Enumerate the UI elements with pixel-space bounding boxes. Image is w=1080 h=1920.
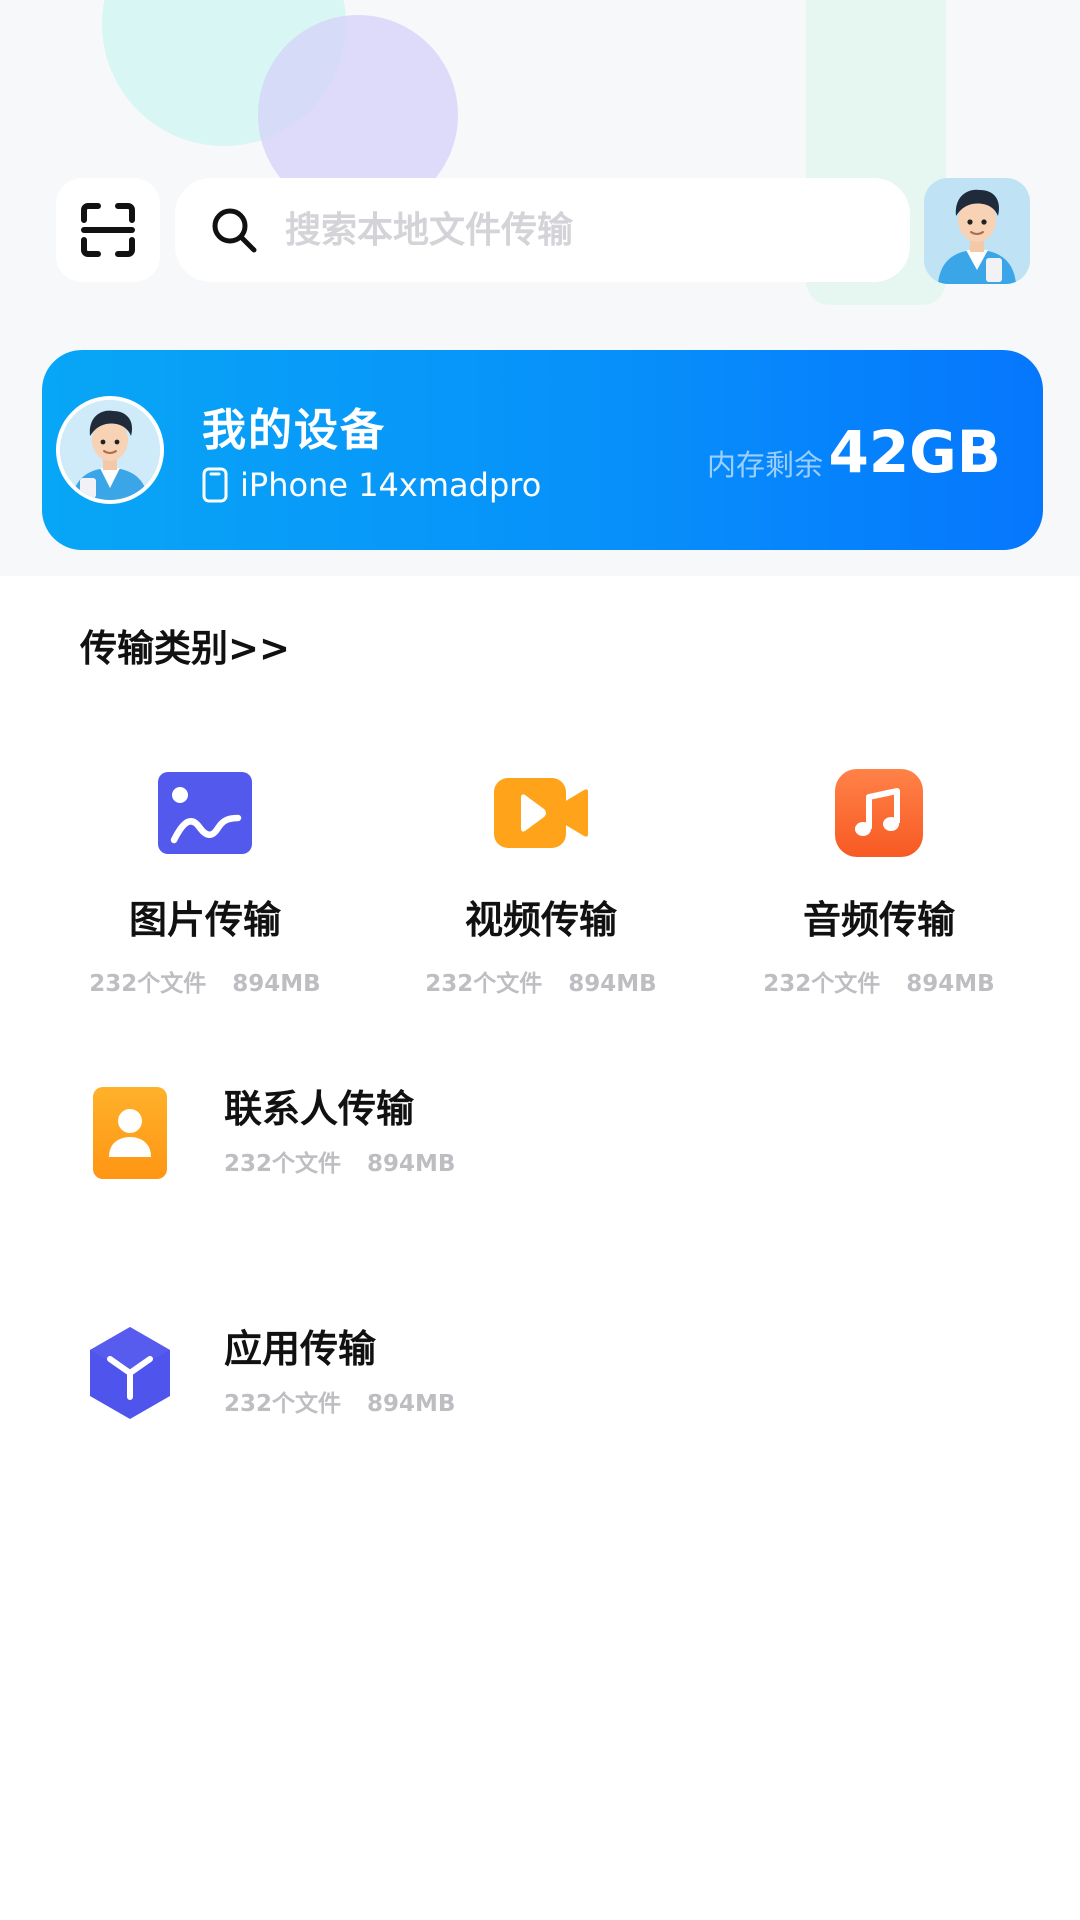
category-meta: 232个文件 894MB: [381, 964, 701, 998]
category-audio-transfer[interactable]: 音频传输 232个文件 894MB: [719, 765, 1039, 998]
file-count: 232个文件: [763, 971, 881, 997]
my-device-card[interactable]: 我的设备 iPhone 14xmadpro 内存剩余 42GB: [42, 350, 1043, 550]
scan-icon: [81, 203, 135, 257]
contact-icon: [80, 1078, 180, 1188]
storage-label: 内存剩余: [707, 448, 824, 482]
file-count: 232个文件: [224, 1151, 342, 1177]
scan-button[interactable]: [56, 178, 160, 282]
app-cube-icon: [80, 1318, 180, 1428]
device-avatar-illustration: [60, 400, 160, 500]
search-bar[interactable]: [175, 178, 910, 282]
file-size: 894MB: [367, 1391, 456, 1417]
list-item-name: 联系人传输: [224, 1087, 415, 1131]
search-icon: [209, 202, 265, 258]
search-input[interactable]: [283, 208, 867, 252]
category-name: 图片传输: [128, 898, 281, 942]
file-count: 232个文件: [89, 971, 207, 997]
list-item-name: 应用传输: [224, 1327, 377, 1371]
list-item-meta: 232个文件 894MB: [224, 1384, 455, 1418]
avatar-illustration: [924, 178, 1030, 284]
file-size: 894MB: [367, 1151, 456, 1177]
list-item-contact-transfer[interactable]: 联系人传输 232个文件 894MB: [80, 1078, 980, 1188]
phone-icon: [202, 467, 228, 503]
device-avatar: [56, 396, 164, 504]
category-image-transfer[interactable]: 图片传输 232个文件 894MB: [45, 765, 365, 998]
section-title[interactable]: 传输类别>>: [80, 618, 290, 672]
file-size: 894MB: [232, 971, 321, 997]
category-meta: 232个文件 894MB: [45, 964, 365, 998]
device-model-name: iPhone 14xmadpro: [240, 466, 542, 504]
music-icon: [831, 765, 927, 861]
file-size: 894MB: [906, 971, 995, 997]
page: 我的设备 iPhone 14xmadpro 内存剩余 42GB 传输类别>> 图…: [0, 0, 1080, 1920]
file-size: 894MB: [568, 971, 657, 997]
video-icon: [493, 765, 589, 861]
storage-value: 42GB: [828, 418, 1001, 486]
device-model-row: iPhone 14xmadpro: [202, 466, 541, 504]
category-video-transfer[interactable]: 视频传输 232个文件 894MB: [381, 765, 701, 998]
category-name: 音频传输: [802, 898, 955, 942]
device-card-title: 我的设备: [202, 405, 386, 456]
list-item-app-transfer[interactable]: 应用传输 232个文件 894MB: [80, 1318, 980, 1428]
category-meta: 232个文件 894MB: [719, 964, 1039, 998]
list-item-meta: 232个文件 894MB: [224, 1144, 455, 1178]
user-avatar[interactable]: [924, 178, 1030, 284]
file-count: 232个文件: [425, 971, 543, 997]
category-name: 视频传输: [464, 898, 617, 942]
image-icon: [157, 765, 253, 861]
file-count: 232个文件: [224, 1391, 342, 1417]
